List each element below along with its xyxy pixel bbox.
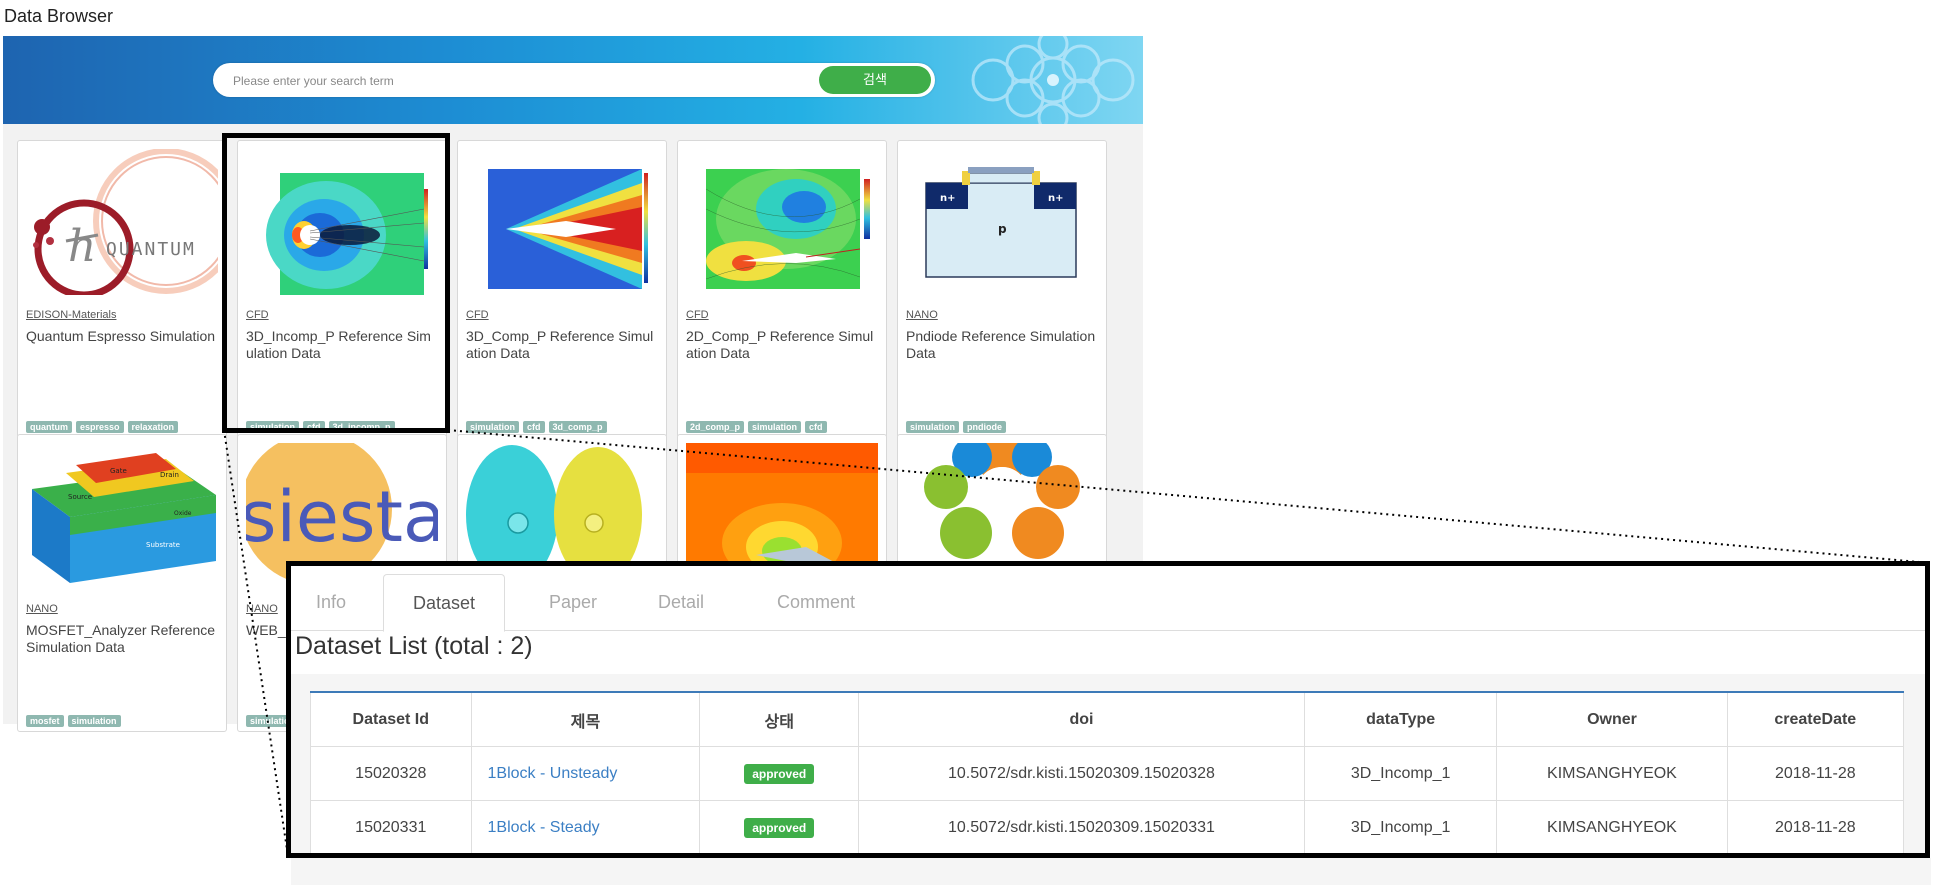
tag[interactable]: simulation bbox=[466, 421, 520, 433]
tag[interactable]: quantum bbox=[26, 421, 72, 433]
substrate-label: Substrate bbox=[146, 541, 180, 549]
tab-info[interactable]: Info bbox=[299, 574, 363, 630]
card-category-link[interactable]: EDISON-Materials bbox=[26, 309, 116, 321]
app-title: Data Browser bbox=[4, 6, 114, 26]
source-label: Source bbox=[68, 493, 92, 501]
gate-label: Gate bbox=[110, 467, 127, 475]
dataset-list-title: Dataset List (total : 2) bbox=[295, 632, 533, 660]
tag[interactable]: relaxation bbox=[127, 421, 179, 433]
tag[interactable]: mosfet bbox=[26, 715, 64, 727]
tab-comment[interactable]: Comment bbox=[746, 574, 886, 630]
tag[interactable]: simulation bbox=[906, 421, 960, 433]
search-bar: 검색 bbox=[213, 63, 935, 99]
create-date-cell: 2018-11-28 bbox=[1726, 746, 1905, 801]
status-cell: approved bbox=[699, 746, 859, 801]
column-header-create-date[interactable]: createDate bbox=[1726, 691, 1905, 747]
table-row[interactable]: 15020328 1Block - Unsteady approved 10.5… bbox=[310, 746, 1905, 801]
mosfet-3d-thumbnail: Gate Drain Source Oxide Substrate bbox=[26, 443, 218, 589]
card-category-link[interactable]: NANO bbox=[906, 309, 938, 321]
tag[interactable]: espresso bbox=[76, 421, 124, 433]
card-tags: simulation cfd 3d_comp_p bbox=[466, 421, 607, 433]
cfd-shock-plot-thumbnail bbox=[466, 149, 658, 295]
dataset-id-cell: 15020328 bbox=[310, 746, 472, 801]
column-header-datatype[interactable]: dataType bbox=[1303, 691, 1498, 747]
card-tags: mosfet simulation bbox=[26, 715, 121, 727]
tag[interactable]: 3d_comp_p bbox=[548, 421, 607, 433]
tab-dataset[interactable]: Dataset bbox=[383, 574, 505, 632]
card-category-link[interactable]: NANO bbox=[246, 603, 278, 615]
svg-text:QUANTUM: QUANTUM bbox=[106, 239, 196, 260]
card-title[interactable]: 3D_Comp_P Reference Simulation Data bbox=[466, 328, 658, 362]
status-cell: approved bbox=[699, 800, 859, 853]
owner-cell: KIMSANGHYEOK bbox=[1496, 746, 1728, 801]
siesta-logo-text: siesta bbox=[246, 476, 438, 558]
tag[interactable]: cfd bbox=[523, 421, 545, 433]
card-category-link[interactable]: CFD bbox=[686, 309, 709, 321]
search-button[interactable]: 검색 bbox=[819, 66, 931, 94]
dataset-card-2d-comp-p[interactable]: CFD 2D_Comp_P Reference Simulation Data … bbox=[677, 140, 887, 438]
create-date-cell: 2018-11-28 bbox=[1726, 800, 1905, 853]
status-badge: approved bbox=[744, 763, 815, 784]
table-row[interactable]: 15020331 1Block - Steady approved 10.507… bbox=[310, 800, 1905, 853]
oxide-label: Oxide bbox=[174, 510, 192, 517]
datatype-cell: 3D_Incomp_1 bbox=[1303, 746, 1498, 801]
tag[interactable]: simulation bbox=[67, 715, 121, 727]
tab-detail[interactable]: Detail bbox=[631, 574, 731, 630]
banner-pattern-graphic bbox=[971, 36, 1135, 124]
card-title[interactable]: MOSFET_Analyzer Reference Simulation Dat… bbox=[26, 622, 218, 656]
dataset-id-cell: 15020331 bbox=[310, 800, 472, 853]
dataset-card-quantum-espresso[interactable]: h QUANTUM EDISON-Materials Quantum Espre… bbox=[17, 140, 227, 438]
card-title[interactable]: Pndiode Reference Simulation Data bbox=[906, 328, 1098, 362]
n-plus-left-label: n+ bbox=[940, 193, 956, 204]
tag[interactable]: simulation bbox=[748, 421, 802, 433]
tag[interactable]: pndiode bbox=[963, 421, 1007, 433]
pndiode-diagram-thumbnail: n+ n+ p bbox=[906, 149, 1098, 295]
search-input[interactable] bbox=[231, 63, 795, 99]
dataset-title-link[interactable]: 1Block - Steady bbox=[470, 800, 701, 853]
column-header-owner[interactable]: Owner bbox=[1496, 691, 1728, 747]
drain-label: Drain bbox=[160, 471, 179, 479]
card-category-link[interactable]: CFD bbox=[466, 309, 489, 321]
p-region-label: p bbox=[998, 222, 1007, 236]
dataset-card-mosfet-analyzer[interactable]: Gate Drain Source Oxide Substrate NANO M… bbox=[17, 434, 227, 732]
doi-cell: 10.5072/sdr.kisti.15020309.15020328 bbox=[857, 746, 1305, 801]
cfd-airfoil-plot-thumbnail bbox=[686, 149, 878, 295]
detail-tabs: Info Dataset Paper Detail Comment bbox=[291, 566, 1925, 632]
column-header-doi[interactable]: doi bbox=[857, 691, 1305, 747]
tag[interactable]: 2d_comp_p bbox=[686, 421, 745, 433]
datatype-cell: 3D_Incomp_1 bbox=[1303, 800, 1498, 853]
svg-text:h: h bbox=[68, 221, 96, 272]
panel-footer-strip bbox=[291, 858, 1931, 885]
dataset-title-link[interactable]: 1Block - Unsteady bbox=[470, 746, 701, 801]
n-plus-right-label: n+ bbox=[1048, 193, 1064, 204]
card-tags: simulation pndiode bbox=[906, 421, 1007, 433]
selected-card-highlight bbox=[222, 133, 450, 433]
card-tags: 2d_comp_p simulation cfd bbox=[686, 421, 827, 433]
column-header-status[interactable]: 상태 bbox=[699, 691, 859, 747]
dataset-list-container: Dataset Id 제목 상태 doi dataType Owner crea… bbox=[291, 674, 1925, 853]
quantum-logo-thumbnail: h QUANTUM bbox=[26, 149, 218, 295]
column-header-title[interactable]: 제목 bbox=[470, 691, 701, 747]
tab-paper[interactable]: Paper bbox=[523, 574, 623, 630]
owner-cell: KIMSANGHYEOK bbox=[1496, 800, 1728, 853]
doi-cell: 10.5072/sdr.kisti.15020309.15020331 bbox=[857, 800, 1305, 853]
status-badge: approved bbox=[744, 817, 815, 838]
card-tags: quantum espresso relaxation bbox=[26, 421, 179, 433]
dataset-table: Dataset Id 제목 상태 doi dataType Owner crea… bbox=[310, 691, 1905, 853]
card-category-link[interactable]: NANO bbox=[26, 603, 58, 615]
dataset-card-pndiode[interactable]: n+ n+ p NANO Pndiode Reference Simulatio… bbox=[897, 140, 1107, 438]
card-title[interactable]: 2D_Comp_P Reference Simulation Data bbox=[686, 328, 878, 362]
column-header-dataset-id[interactable]: Dataset Id bbox=[310, 691, 472, 747]
table-header-row: Dataset Id 제목 상태 doi dataType Owner crea… bbox=[310, 691, 1905, 747]
dataset-detail-panel: Info Dataset Paper Detail Comment Datase… bbox=[286, 561, 1930, 858]
card-title[interactable]: Quantum Espresso Simulation bbox=[26, 328, 218, 345]
tag[interactable]: cfd bbox=[805, 421, 827, 433]
dataset-card-3d-comp-p[interactable]: CFD 3D_Comp_P Reference Simulation Data … bbox=[457, 140, 667, 438]
